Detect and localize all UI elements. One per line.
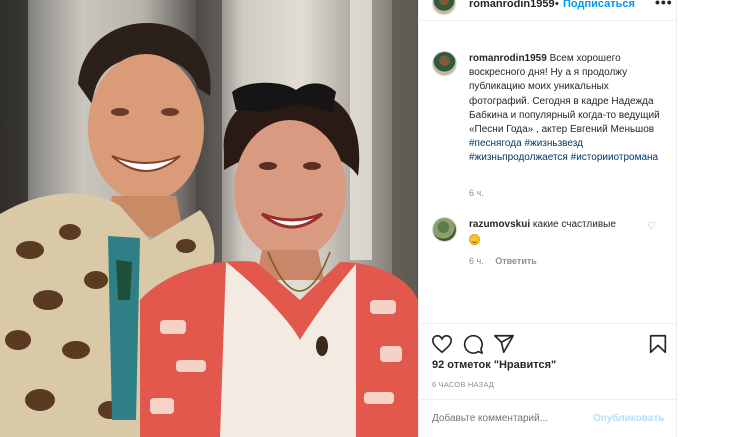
caption-text: Всем хорошего воскресного дня! Ну а я пр… xyxy=(469,53,660,136)
header-divider xyxy=(419,20,677,21)
caption-username[interactable]: romanrodin1959 xyxy=(469,53,547,64)
share-icon[interactable] xyxy=(493,333,515,355)
comment-like-icon[interactable]: ♡ xyxy=(647,221,656,232)
caption-time[interactable]: 6 ч. xyxy=(469,188,484,198)
more-options-icon[interactable]: ••• xyxy=(655,0,673,10)
separator-dot: • xyxy=(555,0,559,10)
hashtag-link[interactable]: #песнягода xyxy=(469,138,522,149)
post-photo[interactable] xyxy=(0,0,418,437)
comment: razumovskui какие счастливые xyxy=(469,218,639,247)
page-margin xyxy=(676,0,730,437)
post-side-panel: romanrodin1959 • Подписаться ••• romanro… xyxy=(418,0,677,437)
hashtag-link[interactable]: #жизньзвезд xyxy=(524,138,582,149)
comment-box-divider xyxy=(419,399,677,400)
smiling-face-icon xyxy=(469,234,480,246)
actions-divider xyxy=(419,323,677,324)
comment-icon[interactable] xyxy=(462,333,484,355)
post-header: romanrodin1959 • Подписаться ••• xyxy=(419,0,677,15)
add-comment-input[interactable] xyxy=(432,413,582,424)
reply-button[interactable]: Ответить xyxy=(495,256,537,266)
photo-illustration xyxy=(0,0,418,437)
heart-icon[interactable] xyxy=(431,333,453,355)
commenter-avatar[interactable] xyxy=(432,217,457,242)
caption-avatar[interactable] xyxy=(432,51,457,76)
follow-button[interactable]: Подписаться xyxy=(563,0,635,10)
likes-count[interactable]: 92 отметок "Нравится" xyxy=(432,359,556,371)
commenter-username[interactable]: razumovskui xyxy=(469,219,530,230)
hashtag-link[interactable]: #историиотромана xyxy=(571,152,658,163)
author-avatar[interactable] xyxy=(432,0,456,15)
post-actions xyxy=(431,333,671,355)
author-username[interactable]: romanrodin1959 xyxy=(469,0,555,10)
publish-button[interactable]: Опубликовать xyxy=(593,413,664,424)
hashtag-link[interactable]: #жизньпродолжается xyxy=(469,152,568,163)
comment-meta: 6 ч. Ответить xyxy=(469,256,537,266)
posted-time[interactable]: 6 ЧАСОВ НАЗАД xyxy=(432,380,494,389)
comment-time[interactable]: 6 ч. xyxy=(469,256,484,266)
post-caption: romanrodin1959 Всем хорошего воскресного… xyxy=(469,52,669,166)
comment-text: какие счастливые xyxy=(532,219,616,230)
bookmark-icon[interactable] xyxy=(647,333,669,355)
